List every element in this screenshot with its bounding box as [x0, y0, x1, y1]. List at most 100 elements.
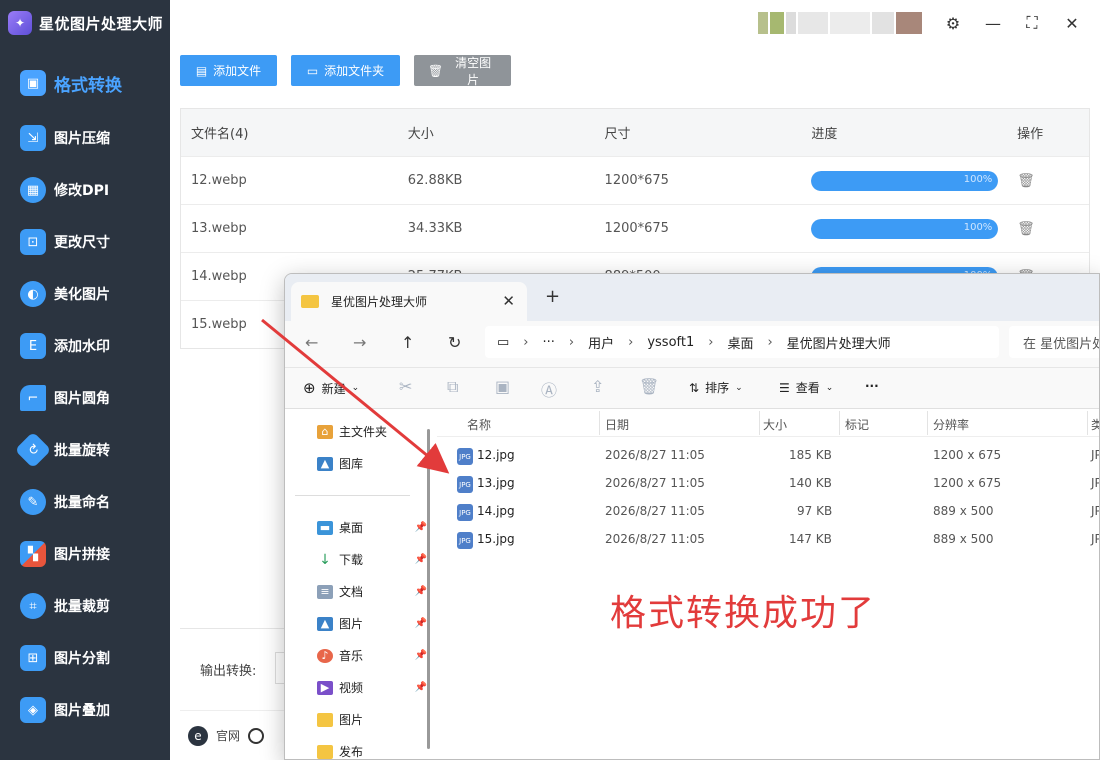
nav-item-home[interactable]: ⌂ 主文件夹 [317, 423, 417, 440]
pictures-icon: ▲ [317, 616, 333, 631]
pin-icon[interactable]: 📌 [415, 650, 427, 661]
column-name[interactable]: 名称 [467, 416, 491, 433]
nav-item-gallery[interactable]: ▲ 图库 [317, 455, 417, 472]
share-icon[interactable]: ⇪ [591, 377, 604, 396]
footer: e 官网 [180, 710, 290, 760]
copy-icon[interactable]: ⧉ [447, 377, 458, 397]
add-folder-button[interactable]: ▭ 添加文件夹 [291, 55, 400, 86]
column-tags[interactable]: 标记 [845, 416, 869, 433]
service-icon[interactable] [248, 727, 265, 744]
app-title: 星优图片处理大师 [39, 14, 164, 33]
sidebar-item-compress[interactable]: ⇲ 图片压缩 [0, 112, 170, 164]
breadcrumb-item[interactable]: 星优图片处理大师 [787, 333, 891, 352]
explorer-command-bar: ⊕ 新建 ⌄ ✂ ⧉ ▣ Ⓐ ⇪ 🗑 ⇅ 排序 ⌄ ☰ 查看 ⌄ ··· [285, 367, 1099, 409]
nav-item-downloads[interactable]: ↓ 下载 📌 [317, 551, 427, 568]
crop-icon: ⌗ [20, 593, 46, 619]
trash-icon: 🗑 [428, 63, 444, 78]
sidebar-item-label: 修改DPI [54, 183, 110, 199]
column-resolution[interactable]: 分辨率 [933, 416, 969, 433]
view-button[interactable]: ☰ 查看 ⌄ [779, 379, 833, 396]
computer-icon: ▭ [497, 334, 510, 350]
column-date[interactable]: 日期 [605, 416, 629, 433]
rename-icon[interactable]: Ⓐ [541, 377, 557, 401]
new-button[interactable]: ⊕ 新建 ⌄ [303, 379, 359, 397]
sidebar-item-overlay[interactable]: ◈ 图片叠加 [0, 684, 170, 736]
minimize-icon[interactable]: — [982, 12, 1004, 34]
nav-item-videos[interactable]: ▶ 视频 📌 [317, 679, 427, 696]
jpg-file-icon: JPG [457, 476, 473, 493]
back-icon[interactable]: ← [305, 333, 318, 352]
delete-row-icon[interactable]: 🗑 [1017, 221, 1035, 237]
nav-item-pictures[interactable]: ▲ 图片 📌 [317, 615, 427, 632]
sidebar-item-round-corner[interactable]: ⌐ 图片圆角 [0, 372, 170, 424]
list-item[interactable]: JPG 15.jpg 2026/8/27 11:05 147 KB 889 x … [437, 525, 1099, 553]
cut-icon[interactable]: ✂ [399, 377, 412, 396]
delete-icon[interactable]: 🗑 [639, 377, 659, 396]
up-icon[interactable]: ↑ [401, 333, 414, 352]
column-type[interactable]: 类 [1091, 416, 1099, 433]
progress-bar: 100% [811, 218, 999, 239]
nav-item-music[interactable]: ♪ 音乐 📌 [317, 647, 427, 664]
sidebar-item-label: 批量裁剪 [54, 599, 110, 615]
nav-item-desktop[interactable]: ▬ 桌面 📌 [317, 519, 427, 536]
table-row[interactable]: 12.webp 62.88KB 1200*675 100% 🗑 [181, 156, 1089, 204]
nav-item-folder-publish[interactable]: 发布 [317, 743, 417, 759]
pin-icon[interactable]: 📌 [415, 554, 427, 565]
table-row[interactable]: 13.webp 34.33KB 1200*675 100% 🗑 [181, 204, 1089, 252]
scrollbar[interactable] [427, 429, 430, 749]
settings-icon[interactable]: ⚙ [942, 12, 964, 34]
explorer-tab[interactable]: 星优图片处理大师 ✕ [291, 282, 527, 321]
column-size[interactable]: 大小 [763, 416, 787, 433]
breadcrumb-item[interactable]: 用户 [588, 333, 614, 352]
list-item[interactable]: JPG 12.jpg 2026/8/27 11:05 185 KB 1200 x… [437, 441, 1099, 469]
clear-images-button[interactable]: 🗑 清空图片 [414, 55, 511, 87]
more-icon[interactable]: ··· [543, 335, 555, 350]
nav-item-documents[interactable]: ≡ 文档 📌 [317, 583, 427, 600]
file-date: 2026/8/27 11:05 [605, 448, 705, 462]
sidebar-item-split[interactable]: ⊞ 图片分割 [0, 632, 170, 684]
sidebar-item-watermark[interactable]: E 添加水印 [0, 320, 170, 372]
pin-icon[interactable]: 📌 [415, 682, 427, 693]
success-annotation: 格式转换成功了 [610, 593, 877, 634]
tab-title: 星优图片处理大师 [331, 295, 428, 309]
new-tab-icon[interactable]: + [545, 286, 560, 307]
plus-icon: ⊕ [303, 379, 316, 397]
list-item[interactable]: JPG 13.jpg 2026/8/27 11:05 140 KB 1200 x… [437, 469, 1099, 497]
sidebar-item-label: 批量旋转 [54, 443, 110, 459]
divider [295, 495, 410, 496]
sidebar-item-rename[interactable]: ✎ 批量命名 [0, 476, 170, 528]
sort-button[interactable]: ⇅ 排序 ⌄ [689, 379, 743, 396]
pin-icon[interactable]: 📌 [415, 618, 427, 629]
paste-icon[interactable]: ▣ [495, 377, 510, 396]
clear-images-label: 清空图片 [455, 55, 492, 87]
delete-row-icon[interactable]: 🗑 [1017, 173, 1035, 189]
list-item[interactable]: JPG 14.jpg 2026/8/27 11:05 97 KB 889 x 5… [437, 497, 1099, 525]
sidebar-item-resize[interactable]: ⊡ 更改尺寸 [0, 216, 170, 268]
address-bar[interactable]: ▭ › ··· › 用户 › yssoft1 › 桌面 › 星优图片处理大师 [485, 326, 999, 358]
refresh-icon[interactable]: ↻ [448, 333, 461, 352]
forward-icon[interactable]: → [353, 333, 366, 352]
more-options-button[interactable]: ··· [865, 379, 879, 393]
breadcrumb-item[interactable]: yssoft1 [647, 335, 694, 350]
add-file-button[interactable]: ▤ 添加文件 [180, 55, 277, 86]
sidebar-item-crop[interactable]: ⌗ 批量裁剪 [0, 580, 170, 632]
sidebar-item-dpi[interactable]: ▦ 修改DPI [0, 164, 170, 216]
sidebar-item-rotate[interactable]: ↻ 批量旋转 [0, 424, 170, 476]
website-link[interactable]: 官网 [216, 727, 240, 744]
cell-size: 62.88KB [407, 173, 463, 188]
sidebar-item-beautify[interactable]: ◐ 美化图片 [0, 268, 170, 320]
sidebar-item-format-convert[interactable]: ▣ 格式转换 [0, 54, 170, 112]
website-icon[interactable]: e [188, 725, 208, 746]
close-icon[interactable]: ✕ [502, 292, 515, 310]
nav-item-folder-pictures[interactable]: 图片 [317, 711, 417, 728]
pin-icon[interactable]: 📌 [415, 522, 427, 533]
sidebar-item-stitch[interactable]: ▚ 图片拼接 [0, 528, 170, 580]
maximize-icon[interactable]: ⛶ [1021, 12, 1043, 34]
avatar[interactable] [758, 12, 922, 34]
nav-item-label: 视频 [339, 681, 364, 695]
overlay-icon: ◈ [20, 697, 46, 723]
close-icon[interactable]: ✕ [1061, 12, 1083, 34]
search-input[interactable]: 在 星优图片处 [1009, 326, 1099, 358]
breadcrumb-item[interactable]: 桌面 [727, 333, 753, 352]
pin-icon[interactable]: 📌 [415, 586, 427, 597]
